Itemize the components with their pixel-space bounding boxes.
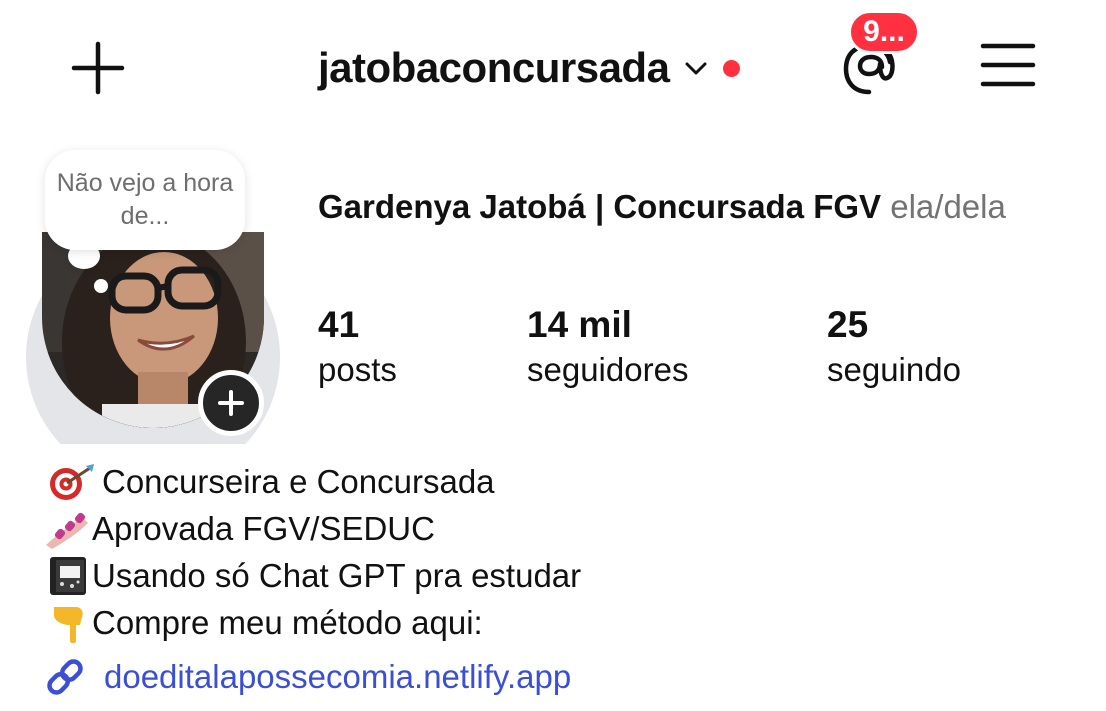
- create-button[interactable]: [70, 40, 126, 96]
- bio-text: Aprovada FGV/SEDUC: [92, 510, 435, 547]
- link-icon: [47, 659, 83, 695]
- bio-link[interactable]: doeditalapossecomia.netlify.app: [42, 654, 571, 700]
- pronouns: ela/dela: [890, 188, 1006, 225]
- display-name: Gardenya Jatobá | Concursada FGV: [318, 188, 882, 225]
- chevron-down-icon: [685, 62, 707, 75]
- pointing-down-emoji: [42, 603, 92, 643]
- threads-notification-badge: 9...: [848, 10, 920, 54]
- bio-line: Concurseira e Concursada: [42, 458, 1082, 505]
- note-bubble[interactable]: Não vejo a hora de...: [45, 150, 245, 250]
- hamburger-menu-icon: [980, 43, 1036, 87]
- nail-polish-emoji: [42, 509, 92, 549]
- add-story-button[interactable]: [198, 370, 264, 436]
- plus-icon: [71, 41, 125, 95]
- stat-label: seguidores: [527, 351, 689, 388]
- unread-dot: [723, 59, 741, 77]
- target-emoji: [42, 462, 102, 502]
- note-text: Não vejo a hora de...: [56, 169, 234, 230]
- bio-text: Concurseira e Concursada: [102, 463, 495, 500]
- bio-text: Usando só Chat GPT pra estudar: [92, 557, 582, 594]
- bio-text: Compre meu método aqui:: [92, 604, 483, 641]
- stat-following[interactable]: 25 seguindo: [827, 304, 961, 394]
- notebook-emoji: [42, 556, 92, 596]
- bio-link-text: doeditalapossecomia.netlify.app: [104, 658, 572, 695]
- bio-line: Usando só Chat GPT pra estudar: [42, 552, 1082, 599]
- bio: Concurseira e Concursada Aprovada FGV/SE…: [42, 458, 1082, 646]
- stat-posts[interactable]: 41 posts: [318, 304, 397, 394]
- bio-line: Compre meu método aqui:: [42, 599, 1082, 646]
- menu-button[interactable]: [980, 40, 1036, 90]
- profile-username: jatobaconcursada: [318, 44, 670, 91]
- stat-label: posts: [318, 351, 397, 388]
- profile-name-line: Gardenya Jatobá | Concursada FGV ela/del…: [318, 186, 1038, 228]
- plus-icon: [218, 390, 244, 416]
- stat-label: seguindo: [827, 351, 961, 388]
- stat-value: 14 mil: [527, 304, 632, 345]
- account-switcher[interactable]: jatobaconcursada: [318, 40, 741, 96]
- note-bubble-tail-dot: [94, 279, 108, 293]
- stat-value: 41: [318, 304, 360, 345]
- stat-followers[interactable]: 14 mil seguidores: [527, 304, 688, 394]
- stat-value: 25: [827, 304, 869, 345]
- bio-line: Aprovada FGV/SEDUC: [42, 505, 1082, 552]
